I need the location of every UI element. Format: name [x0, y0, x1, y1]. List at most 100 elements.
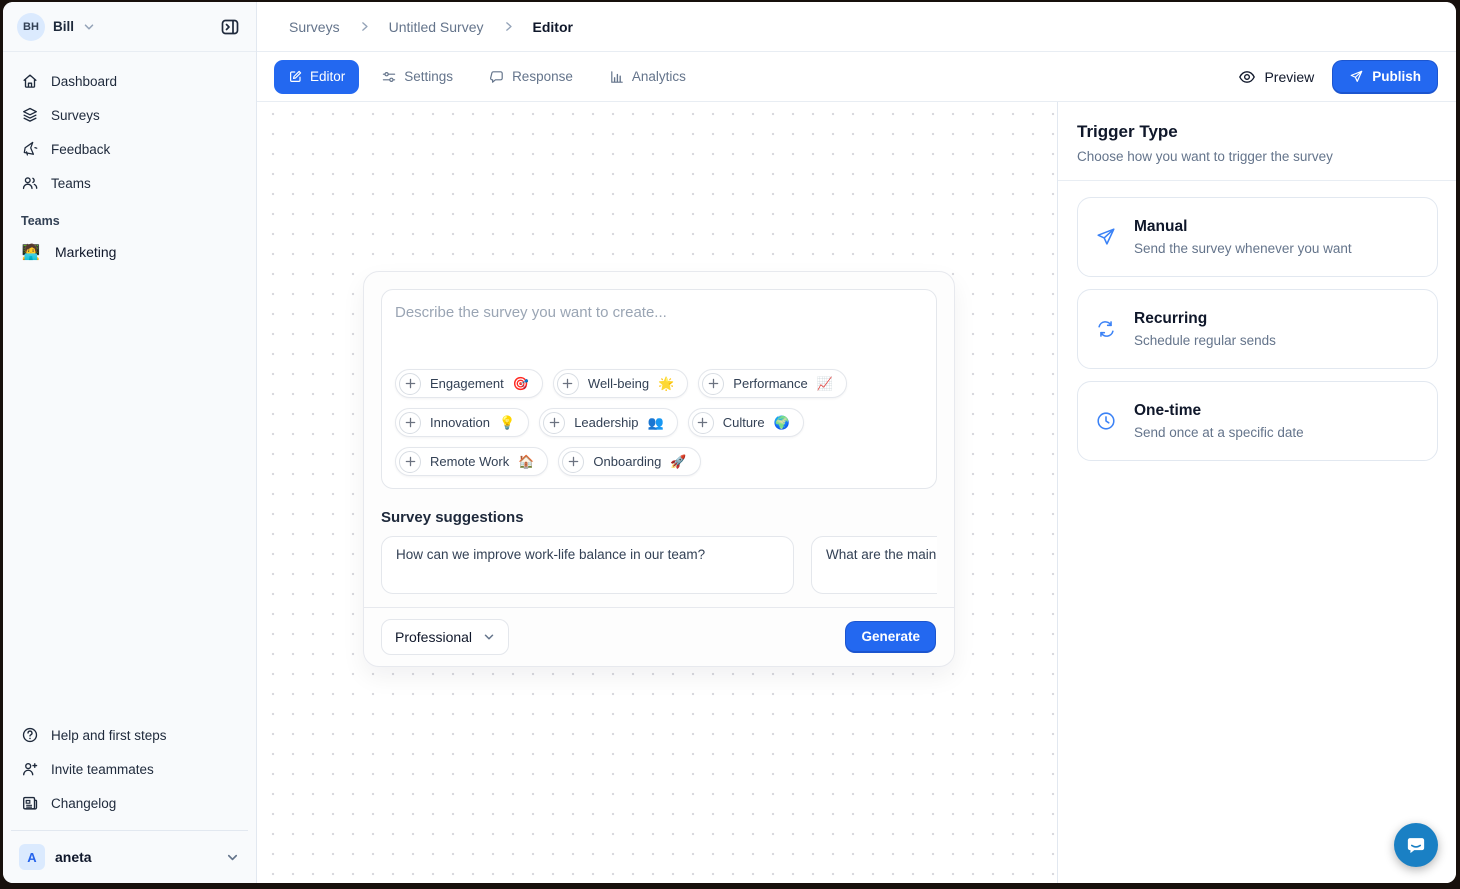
clock-icon — [1095, 410, 1117, 432]
plus-icon — [692, 412, 714, 434]
sidebar-item-label: Dashboard — [51, 74, 117, 89]
trigger-title: One-time — [1134, 402, 1304, 420]
sidebar-footer-nav: Help and first steps Invite teammates Ch… — [3, 712, 256, 831]
sidebar-item-feedback[interactable]: Feedback — [11, 132, 248, 166]
panel-collapse-icon — [220, 17, 240, 37]
trigger-option-text: One-time Send once at a specific date — [1134, 402, 1304, 440]
chevron-down-icon — [482, 630, 496, 644]
panel-title: Trigger Type — [1077, 122, 1438, 142]
eye-icon — [1238, 68, 1256, 86]
survey-prompt-input[interactable]: Describe the survey you want to create..… — [381, 289, 937, 489]
user-avatar: A — [19, 844, 45, 870]
topic-emoji: 🎯 — [513, 377, 529, 390]
trigger-description: Send once at a specific date — [1134, 425, 1304, 440]
megaphone-icon — [21, 140, 39, 158]
survey-suggestions: Survey suggestions How can we improve wo… — [364, 489, 954, 594]
content-area: Describe the survey you want to create..… — [257, 102, 1456, 883]
layers-icon — [21, 106, 39, 124]
topic-chip-performance[interactable]: Performance 📈 — [698, 369, 847, 398]
prompt-placeholder: Describe the survey you want to create..… — [395, 304, 923, 321]
preview-button[interactable]: Preview — [1238, 68, 1314, 86]
sidebar-item-help[interactable]: Help and first steps — [11, 718, 248, 752]
preview-label: Preview — [1264, 69, 1314, 85]
breadcrumb-surveys[interactable]: Surveys — [289, 19, 340, 35]
trigger-description: Schedule regular sends — [1134, 333, 1276, 348]
toolbar-actions: Preview Publish — [1238, 60, 1438, 94]
topic-chip-leadership[interactable]: Leadership 👥 — [539, 408, 678, 437]
collapse-sidebar-button[interactable] — [216, 13, 244, 41]
breadcrumb-current-page: Editor — [533, 19, 573, 35]
plus-icon — [399, 451, 421, 473]
topic-chip-well-being[interactable]: Well-being 🌟 — [553, 369, 688, 398]
trigger-title: Recurring — [1134, 310, 1276, 328]
sidebar-item-label: Surveys — [51, 108, 100, 123]
generate-button[interactable]: Generate — [845, 621, 936, 653]
tab-analytics[interactable]: Analytics — [595, 60, 700, 94]
editor-canvas[interactable]: Describe the survey you want to create..… — [257, 102, 1057, 883]
workspace-avatar: BH — [17, 13, 45, 41]
topic-emoji: 🏠 — [518, 455, 534, 468]
topic-chip-onboarding[interactable]: Onboarding 🚀 — [558, 447, 700, 476]
topic-chip-innovation[interactable]: Innovation 💡 — [395, 408, 529, 437]
sidebar-item-teams[interactable]: Teams — [11, 166, 248, 200]
trigger-title: Manual — [1134, 218, 1352, 236]
trigger-option-text: Recurring Schedule regular sends — [1134, 310, 1276, 348]
sidebar-spacer — [3, 270, 256, 712]
suggestion-row: How can we improve work-life balance in … — [381, 536, 937, 594]
publish-label: Publish — [1372, 69, 1421, 84]
sliders-icon — [381, 69, 397, 85]
sidebar-item-team-marketing[interactable]: 🧑‍💻 Marketing — [3, 234, 256, 270]
suggestions-title: Survey suggestions — [381, 509, 937, 526]
breadcrumb-survey-name[interactable]: Untitled Survey — [389, 19, 484, 35]
sidebar-item-invite[interactable]: Invite teammates — [11, 752, 248, 786]
trigger-option-recurring[interactable]: Recurring Schedule regular sends — [1077, 289, 1438, 369]
generator-footer: Professional Generate — [364, 607, 954, 666]
sidebar-item-changelog[interactable]: Changelog — [11, 786, 248, 820]
sidebar-item-surveys[interactable]: Surveys — [11, 98, 248, 132]
team-name: Marketing — [55, 244, 116, 260]
chevron-down-icon — [82, 20, 96, 34]
publish-button[interactable]: Publish — [1332, 60, 1438, 94]
tab-response[interactable]: Response — [475, 60, 587, 94]
plus-icon — [399, 412, 421, 434]
breadcrumb: Surveys Untitled Survey Editor — [257, 2, 1456, 52]
team-emoji: 🧑‍💻 — [21, 243, 41, 261]
sidebar-item-dashboard[interactable]: Dashboard — [11, 64, 248, 98]
chat-bubble-icon — [1404, 833, 1428, 857]
bar-chart-icon — [609, 69, 625, 85]
trigger-option-manual[interactable]: Manual Send the survey whenever you want — [1077, 197, 1438, 277]
tab-editor[interactable]: Editor — [274, 60, 359, 94]
user-plus-icon — [21, 760, 39, 778]
tab-label: Settings — [404, 69, 453, 84]
plus-icon — [557, 373, 579, 395]
suggestion-card[interactable]: What are the main ob — [811, 536, 937, 594]
users-icon — [21, 174, 39, 192]
plus-icon — [543, 412, 565, 434]
workspace-switcher[interactable]: BH Bill — [3, 2, 256, 52]
tab-label: Analytics — [632, 69, 686, 84]
trigger-option-one-time[interactable]: One-time Send once at a specific date — [1077, 381, 1438, 461]
trigger-option-text: Manual Send the survey whenever you want — [1134, 218, 1352, 256]
topic-chip-engagement[interactable]: Engagement 🎯 — [395, 369, 543, 398]
chat-launcher-button[interactable] — [1394, 823, 1438, 867]
topic-chip-remote-work[interactable]: Remote Work 🏠 — [395, 447, 548, 476]
panel-body: Manual Send the survey whenever you want… — [1058, 181, 1456, 473]
topic-chip-culture[interactable]: Culture 🌍 — [688, 408, 804, 437]
sidebar-item-label: Help and first steps — [51, 728, 167, 743]
tab-settings[interactable]: Settings — [367, 60, 467, 94]
teams-section-label: Teams — [3, 200, 256, 234]
tone-select[interactable]: Professional — [381, 619, 509, 655]
plus-icon — [399, 373, 421, 395]
user-menu[interactable]: A aneta — [3, 831, 256, 883]
topic-emoji: 💡 — [499, 416, 515, 429]
chevron-right-icon — [502, 20, 515, 33]
suggestion-card[interactable]: How can we improve work-life balance in … — [381, 536, 794, 594]
topic-emoji: 📈 — [817, 377, 833, 390]
chevron-right-icon — [358, 20, 371, 33]
workspace-name: Bill — [53, 19, 74, 34]
main-area: Surveys Untitled Survey Editor Editor Se… — [257, 2, 1456, 883]
topic-emoji: 🌟 — [658, 377, 674, 390]
plus-icon — [562, 451, 584, 473]
help-circle-icon — [21, 726, 39, 744]
sidebar-item-label: Invite teammates — [51, 762, 154, 777]
